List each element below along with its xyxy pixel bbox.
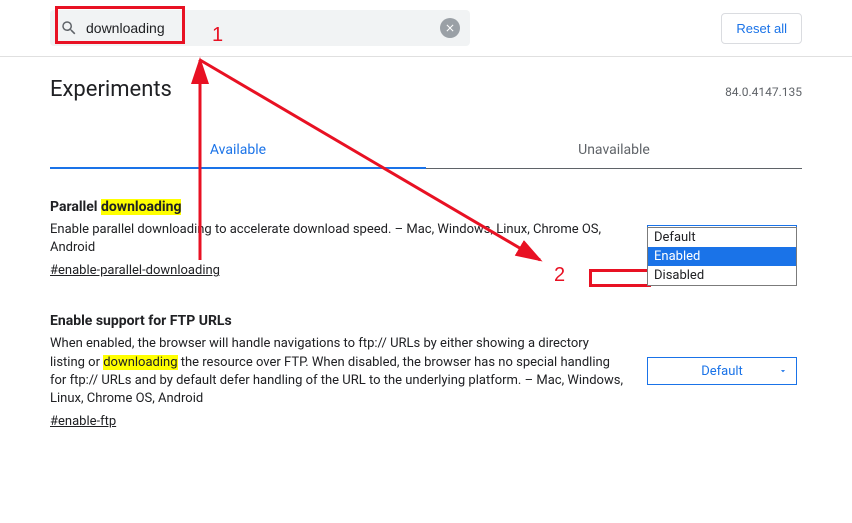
page-title: Experiments	[50, 77, 172, 102]
header-row: Experiments 84.0.4147.135	[50, 77, 802, 102]
dropdown-option-disabled[interactable]: Disabled	[648, 266, 796, 285]
close-icon	[444, 22, 456, 34]
flag-title: Enable support for FTP URLs	[50, 313, 627, 329]
highlight: downloading	[103, 355, 177, 370]
chevron-down-icon	[778, 366, 788, 376]
flag-description: When enabled, the browser will handle na…	[50, 335, 627, 408]
flag-anchor-link[interactable]: #enable-parallel-downloading	[50, 263, 220, 278]
search-input[interactable]	[86, 20, 440, 36]
search-icon	[60, 19, 78, 37]
flag-enable-ftp: Enable support for FTP URLs When enabled…	[50, 313, 802, 429]
annotation-label-2: 2	[554, 264, 565, 287]
select-value: Default	[701, 364, 743, 379]
flag-anchor-link[interactable]: #enable-ftp	[50, 414, 116, 429]
highlight: downloading	[101, 199, 181, 215]
search-box[interactable]	[50, 10, 470, 46]
flag-description: Enable parallel downloading to accelerat…	[50, 221, 627, 257]
annotation-label-1: 1	[212, 24, 223, 47]
dropdown-option-default[interactable]: Default	[648, 228, 796, 247]
flag-parallel-downloading: Parallel downloading Enable parallel dow…	[50, 199, 802, 278]
content: Experiments 84.0.4147.135 Available Unav…	[0, 57, 852, 484]
tab-unavailable[interactable]: Unavailable	[426, 132, 802, 168]
reset-all-button[interactable]: Reset all	[721, 13, 802, 44]
dropdown-option-enabled[interactable]: Enabled	[648, 247, 796, 266]
top-bar: Reset all	[0, 0, 852, 57]
flag-text: Parallel downloading Enable parallel dow…	[50, 199, 627, 278]
flag-control: Default	[647, 313, 802, 429]
flag-select[interactable]: Default	[647, 357, 797, 385]
tabs: Available Unavailable	[50, 132, 802, 169]
flag-text: Enable support for FTP URLs When enabled…	[50, 313, 627, 429]
version-text: 84.0.4147.135	[725, 85, 802, 99]
tab-available[interactable]: Available	[50, 132, 426, 168]
flag-dropdown: Default Enabled Disabled	[647, 227, 797, 286]
flag-control: Default Default Enabled Disabled	[647, 199, 802, 278]
clear-search-button[interactable]	[440, 18, 460, 38]
flag-title: Parallel downloading	[50, 199, 627, 215]
